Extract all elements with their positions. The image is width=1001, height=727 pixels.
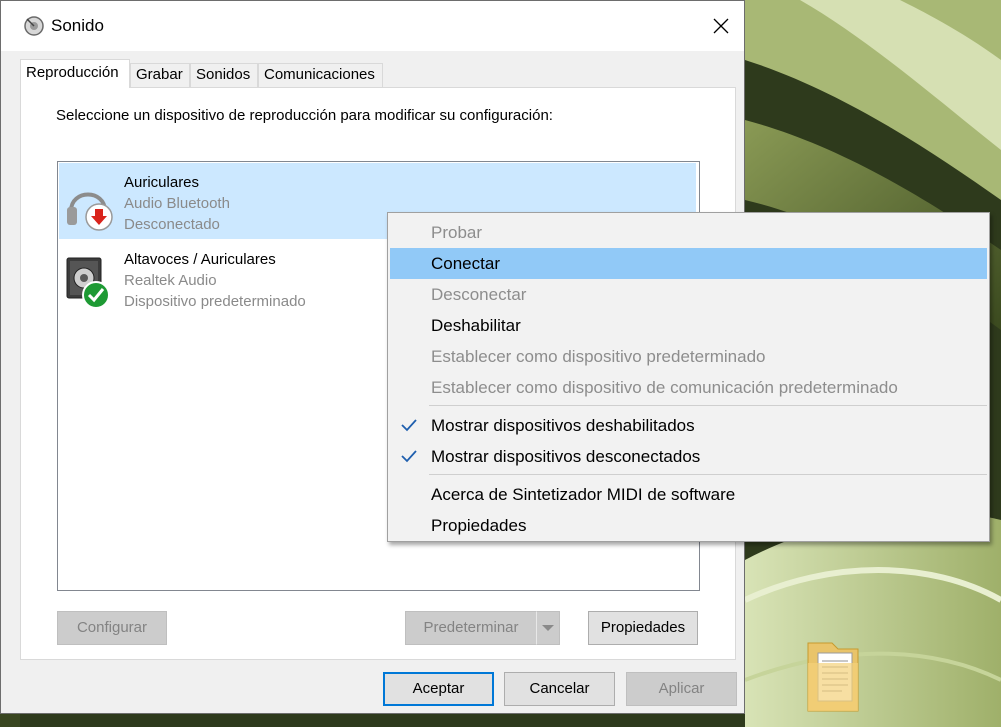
configure-button[interactable]: Configurar [57,611,167,645]
properties-button[interactable]: Propiedades [588,611,698,645]
device-status: Desconectado [124,216,220,233]
device-context-menu: Probar Conectar Desconectar Deshabilitar… [387,212,990,542]
tab-reproduccion[interactable]: Reproducción [20,59,130,88]
device-name: Altavoces / Auriculares [124,251,276,268]
menu-item-label: Mostrar dispositivos deshabilitados [431,416,695,435]
close-button[interactable] [698,1,744,51]
apply-button[interactable]: Aplicar [626,672,737,706]
tab-grabar[interactable]: Grabar [130,63,190,87]
close-icon [713,18,729,34]
menu-item-deshabilitar[interactable]: Deshabilitar [390,310,987,341]
title-bar[interactable]: Sonido [1,1,744,51]
ok-button[interactable]: Aceptar [383,672,494,706]
menu-item-probar[interactable]: Probar [390,217,987,248]
menu-item-show-disconnected[interactable]: Mostrar dispositivos desconectados [390,441,987,472]
menu-item-desconectar[interactable]: Desconectar [390,279,987,310]
device-driver: Realtek Audio [124,272,217,289]
tab-sonidos[interactable]: Sonidos [190,63,258,87]
set-default-dropdown-button[interactable] [536,611,560,645]
desktop-folder-icon[interactable] [802,633,864,717]
instruction-text: Seleccione un dispositivo de reproducció… [56,107,553,124]
window-title: Sonido [51,16,104,35]
cancel-button[interactable]: Cancelar [504,672,615,706]
menu-item-set-default-communication[interactable]: Establecer como dispositivo de comunicac… [390,372,987,403]
checkmark-icon [401,419,417,432]
menu-item-set-default[interactable]: Establecer como dispositivo predetermina… [390,341,987,372]
device-name: Auriculares [124,174,200,191]
menu-item-conectar[interactable]: Conectar [390,248,987,279]
headphones-disconnected-icon [67,192,113,231]
menu-item-properties[interactable]: Propiedades [390,510,987,541]
menu-item-show-disabled[interactable]: Mostrar dispositivos deshabilitados [390,410,987,441]
chevron-down-icon [542,625,554,631]
menu-separator [429,405,987,406]
checkmark-icon [401,450,417,463]
menu-separator [429,474,987,475]
set-default-button[interactable]: Predeterminar [405,611,537,645]
speaker-default-icon [66,257,110,309]
device-driver: Audio Bluetooth [124,195,230,212]
menu-item-label: Mostrar dispositivos desconectados [431,447,701,466]
speaker-app-icon [24,16,44,36]
menu-item-about-midi[interactable]: Acerca de Sintetizador MIDI de software [390,479,987,510]
device-status: Dispositivo predeterminado [124,293,306,310]
tab-comunicaciones[interactable]: Comunicaciones [258,63,383,87]
